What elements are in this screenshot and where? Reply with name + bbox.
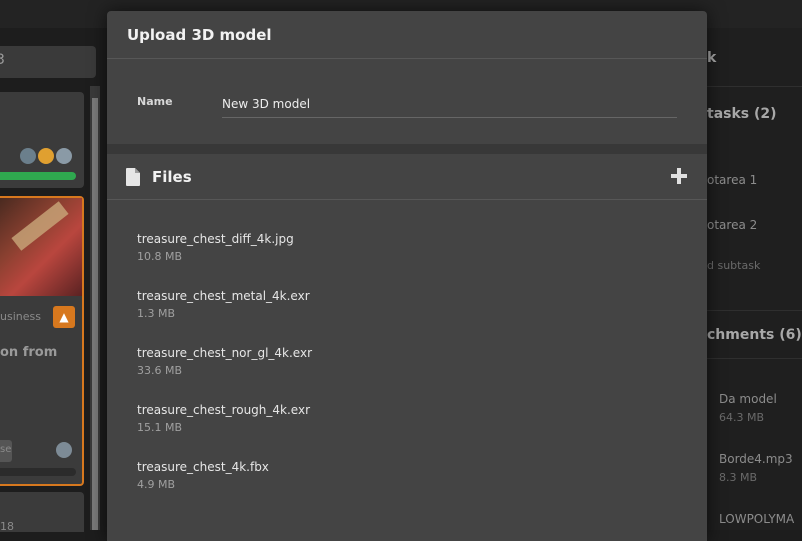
file-size: 10.8 MB	[137, 250, 183, 263]
dialog-header: Upload 3D model	[107, 11, 707, 59]
search-text: 3	[0, 52, 5, 68]
file-size: 15.1 MB	[137, 421, 183, 434]
avatar	[54, 440, 74, 460]
file-list-item[interactable]: treasure_chest_diff_4k.jpg 10.8 MB	[137, 231, 557, 271]
file-size: 33.6 MB	[137, 364, 183, 377]
file-list-item[interactable]: treasure_chest_rough_4k.exr 15.1 MB	[137, 402, 557, 442]
file-name: treasure_chest_nor_gl_4k.exr	[137, 346, 313, 360]
file-list-item[interactable]: treasure_chest_nor_gl_4k.exr 33.6 MB	[137, 345, 557, 385]
attachment-name[interactable]: Borde4.mp3	[719, 452, 793, 466]
attachments-header: chments (6)	[707, 327, 802, 343]
upload-3d-model-dialog: Upload 3D model Name Files treasure_ches…	[107, 11, 707, 541]
subtask-item[interactable]: otarea 2	[707, 218, 757, 232]
file-size: 1.3 MB	[137, 307, 176, 320]
scrollbar-thumb[interactable]	[92, 98, 98, 530]
file-name: treasure_chest_rough_4k.exr	[137, 403, 311, 417]
divider	[707, 358, 802, 359]
file-name: treasure_chest_metal_4k.exr	[137, 289, 310, 303]
progress-bar	[0, 172, 76, 180]
divider	[707, 86, 802, 87]
file-list-item[interactable]: treasure_chest_metal_4k.exr 1.3 MB	[137, 288, 557, 328]
attachment-name[interactable]: Da model	[719, 392, 777, 406]
divider	[707, 310, 802, 311]
avatar	[18, 146, 38, 166]
files-section-header: Files	[107, 154, 707, 200]
file-size: 4.9 MB	[137, 478, 176, 491]
card-text: 18	[0, 520, 14, 533]
progress-bar	[0, 468, 76, 476]
card-tag-label: se	[0, 444, 12, 455]
avatar	[54, 146, 74, 166]
add-file-icon[interactable]	[671, 168, 687, 184]
subtask-item[interactable]: otarea 1	[707, 173, 757, 187]
card-cover-image	[0, 198, 82, 296]
avatar	[36, 146, 56, 166]
name-label: Name	[137, 95, 173, 108]
section-divider	[107, 144, 707, 154]
card-title: on from	[0, 345, 58, 360]
panel-header: k	[707, 50, 717, 66]
file-name: treasure_chest_4k.fbx	[137, 460, 269, 474]
attachment-size: 64.3 MB	[719, 411, 765, 424]
files-title: Files	[152, 168, 192, 186]
file-list-item[interactable]: treasure_chest_4k.fbx 4.9 MB	[137, 459, 557, 499]
priority-up-icon: ▲	[53, 306, 75, 328]
dialog-title: Upload 3D model	[127, 26, 272, 44]
name-input[interactable]	[222, 91, 677, 118]
assignee-avatars	[18, 146, 74, 166]
card-category: usiness	[0, 310, 41, 323]
attachment-name[interactable]: LOWPOLYMA	[719, 512, 794, 526]
attachment-size: 8.3 MB	[719, 471, 758, 484]
subtasks-header: tasks (2)	[707, 106, 777, 122]
file-icon	[126, 168, 140, 186]
file-name: treasure_chest_diff_4k.jpg	[137, 232, 294, 246]
search-input[interactable]: 3	[0, 46, 96, 78]
add-subtask-link[interactable]: d subtask	[707, 259, 760, 272]
